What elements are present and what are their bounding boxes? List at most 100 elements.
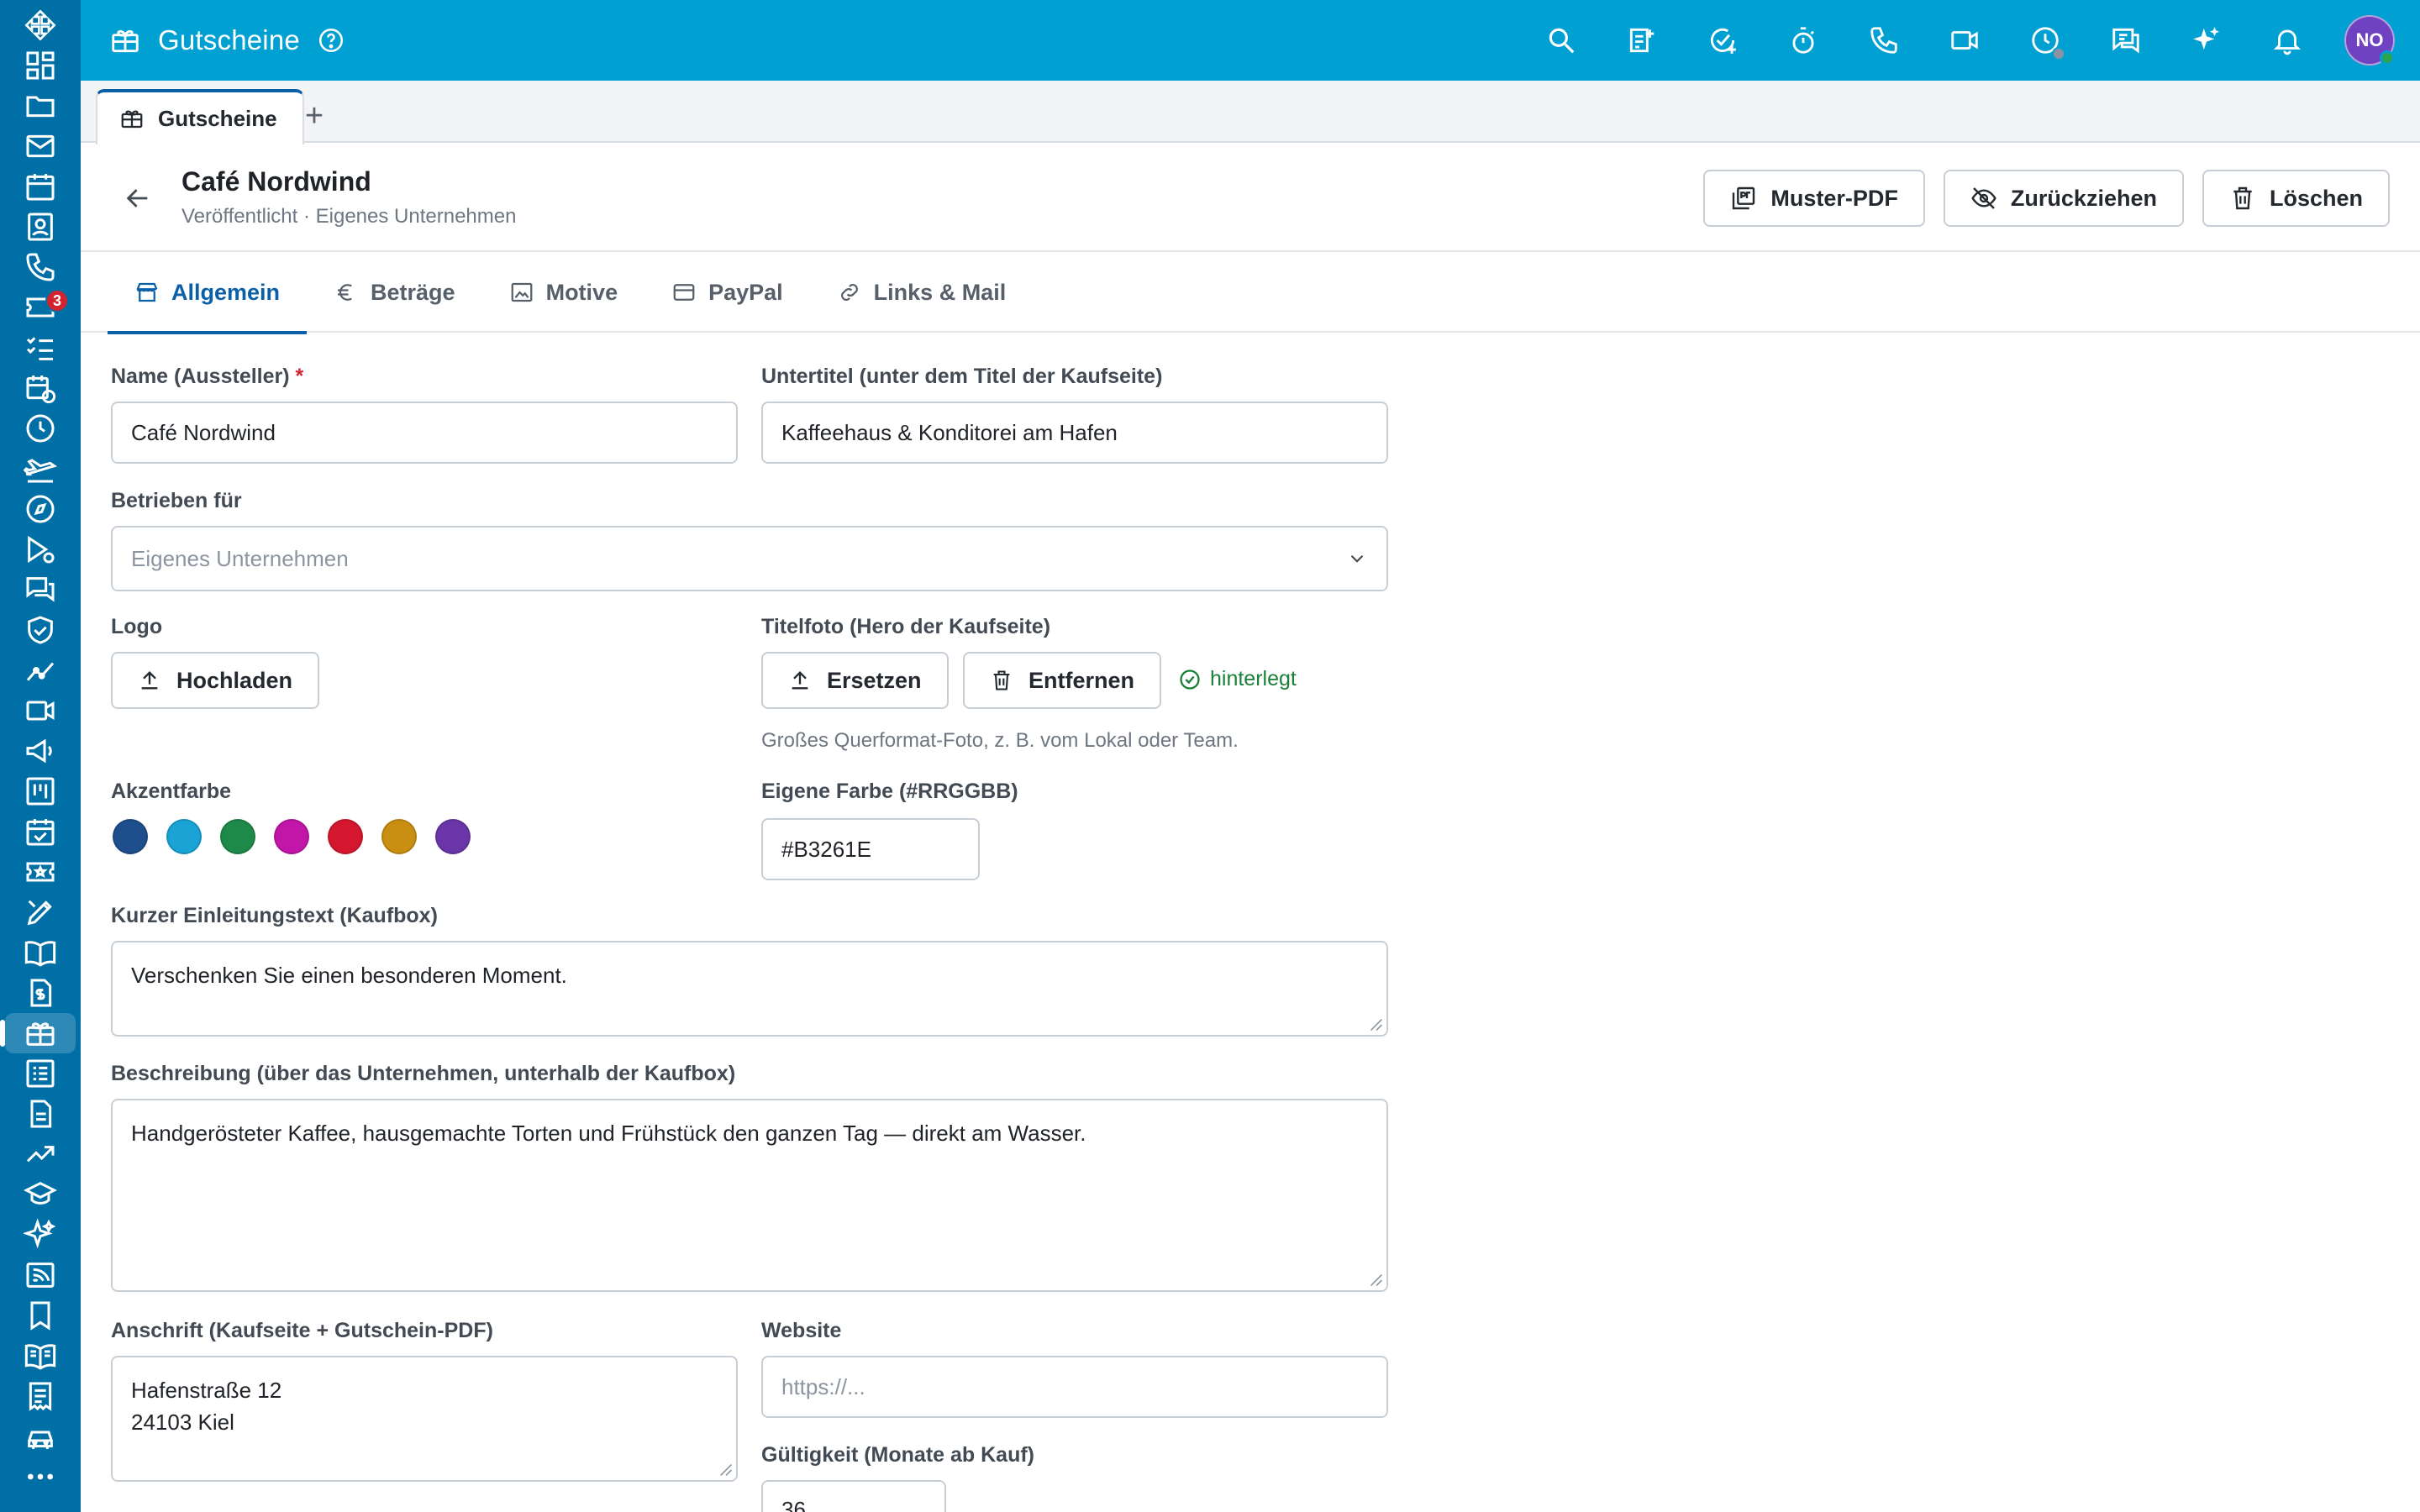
tab-amounts[interactable]: Beträge — [307, 252, 482, 333]
document-icon[interactable] — [5, 1094, 76, 1134]
dashboard-icon[interactable] — [5, 45, 76, 86]
phone-icon[interactable] — [5, 247, 76, 287]
resize-grip-icon[interactable] — [1370, 1273, 1383, 1287]
check-circle-icon — [1178, 668, 1202, 691]
address-text-area[interactable]: Hafenstraße 12 24103 Kiel — [111, 1356, 738, 1482]
tab-links-mail-label: Links & Mail — [873, 279, 1007, 305]
sparkles-icon[interactable] — [5, 1215, 76, 1255]
receipt-icon[interactable] — [5, 1376, 76, 1416]
ai-sparkles-icon[interactable] — [2166, 0, 2247, 81]
trending-icon[interactable] — [5, 1134, 76, 1174]
avatar[interactable]: NO — [2344, 15, 2395, 66]
operated-for-label: Betrieben für — [111, 489, 242, 512]
tasks-icon[interactable] — [5, 328, 76, 368]
required-mark: * — [295, 365, 304, 388]
hero-remove-button[interactable]: Entfernen — [963, 652, 1162, 709]
travel-icon[interactable] — [5, 449, 76, 489]
phone-icon[interactable] — [1844, 0, 1924, 81]
validity-input[interactable]: 36 — [761, 1480, 946, 1512]
hero-replace-button[interactable]: Ersetzen — [761, 652, 949, 709]
accent-swatch-1[interactable] — [113, 819, 148, 854]
accent-swatch-3[interactable] — [220, 819, 255, 854]
chat-icon[interactable] — [2086, 0, 2166, 81]
website-input[interactable]: https://... — [761, 1356, 1388, 1418]
description-label: Beschreibung (über das Unternehmen, unte… — [111, 1062, 736, 1085]
operated-for-select[interactable]: Eigenes Unternehmen — [111, 526, 1388, 591]
tab-paypal[interactable]: PayPal — [644, 252, 810, 333]
app-title: Gutscheine — [109, 24, 345, 56]
analytics-icon[interactable] — [5, 650, 76, 690]
hero-status-text: hinterlegt — [1210, 667, 1297, 690]
tab-links-mail[interactable]: Links & Mail — [810, 252, 1034, 333]
video-icon[interactable] — [5, 690, 76, 731]
video-icon[interactable] — [1924, 0, 2005, 81]
shield-icon[interactable] — [5, 610, 76, 650]
note-add-icon[interactable] — [1602, 0, 1682, 81]
gift-card-icon[interactable] — [0, 1013, 76, 1053]
back-arrow-icon[interactable] — [119, 180, 156, 217]
name-input[interactable]: Café Nordwind — [111, 402, 738, 464]
intro-text-area[interactable]: Verschenken Sie einen besonderen Moment. — [111, 941, 1388, 1037]
operated-for-value: Eigenes Unternehmen — [131, 545, 349, 571]
accent-swatch-5[interactable] — [328, 819, 363, 854]
accent-swatch-4[interactable] — [274, 819, 309, 854]
ticket-star-icon[interactable] — [5, 852, 76, 892]
book-icon[interactable] — [5, 932, 76, 973]
custom-color-input[interactable]: #B3261E — [761, 818, 980, 880]
online-status-dot — [2380, 50, 2395, 66]
bell-icon[interactable] — [2247, 0, 2328, 81]
help-icon[interactable] — [317, 26, 345, 55]
description-text-area[interactable]: Handgerösteter Kaffee, hausgemachte Tort… — [111, 1099, 1388, 1292]
edit-icon[interactable] — [5, 892, 76, 932]
calendar-check-icon[interactable] — [5, 811, 76, 852]
calendar-icon[interactable] — [5, 166, 76, 207]
add-tab-button[interactable]: + — [291, 92, 338, 139]
pdf-icon — [1730, 185, 1757, 212]
manual-icon[interactable] — [5, 1336, 76, 1376]
folder-icon[interactable] — [5, 86, 76, 126]
contacts-icon[interactable] — [5, 207, 76, 247]
accent-swatch-6[interactable] — [381, 819, 417, 854]
timer-icon[interactable] — [1763, 0, 1844, 81]
withdraw-button[interactable]: Zurückziehen — [1943, 170, 2184, 227]
presence-clock-icon[interactable] — [2005, 0, 2086, 81]
subtitle-input[interactable]: Kaffeehaus & Konditorei am Hafen — [761, 402, 1388, 464]
list-icon[interactable] — [5, 1053, 76, 1094]
section-tabs: Allgemein Beträge Motive PayPal Links & … — [81, 252, 2420, 334]
invoice-icon[interactable] — [5, 973, 76, 1013]
avatar-initials: NO — [2355, 29, 2384, 50]
clock-icon[interactable] — [5, 408, 76, 449]
tab-general-label: Allgemein — [171, 279, 281, 305]
resize-grip-icon[interactable] — [719, 1463, 733, 1477]
sample-pdf-button[interactable]: Muster-PDF — [1703, 170, 1925, 227]
credit-card-icon — [671, 280, 697, 305]
accent-swatch-7[interactable] — [435, 819, 471, 854]
accent-swatch-2[interactable] — [166, 819, 202, 854]
tickets-icon[interactable]: 3 — [5, 287, 76, 328]
chat-icon[interactable] — [5, 570, 76, 610]
kanban-icon[interactable] — [5, 771, 76, 811]
megaphone-icon[interactable] — [5, 731, 76, 771]
school-icon[interactable] — [5, 1174, 76, 1215]
hero-remove-label: Entfernen — [1028, 667, 1135, 693]
tickets-badge: 3 — [45, 289, 69, 312]
car-icon[interactable] — [5, 1416, 76, 1457]
more-icon[interactable] — [5, 1457, 76, 1497]
schedule-icon[interactable] — [5, 368, 76, 408]
tab-general[interactable]: Allgemein — [108, 252, 308, 334]
dispatch-icon[interactable] — [5, 529, 76, 570]
task-add-icon[interactable] — [1682, 0, 1763, 81]
app-switcher-icon[interactable] — [5, 5, 76, 45]
resize-grip-icon[interactable] — [1370, 1018, 1383, 1032]
bookmark-icon[interactable] — [5, 1295, 76, 1336]
compass-icon[interactable] — [5, 489, 76, 529]
delete-button[interactable]: Löschen — [2202, 170, 2390, 227]
doc-tab-gutscheine[interactable]: Gutscheine — [96, 89, 304, 144]
logo-upload-button[interactable]: Hochladen — [111, 652, 320, 709]
feed-icon[interactable] — [5, 1255, 76, 1295]
hero-label: Titelfoto (Hero der Kaufseite) — [761, 615, 1051, 638]
doc-tab-label: Gutscheine — [158, 105, 277, 131]
search-icon[interactable] — [1521, 0, 1602, 81]
tab-motifs[interactable]: Motive — [482, 252, 645, 333]
mail-icon[interactable] — [5, 126, 76, 166]
